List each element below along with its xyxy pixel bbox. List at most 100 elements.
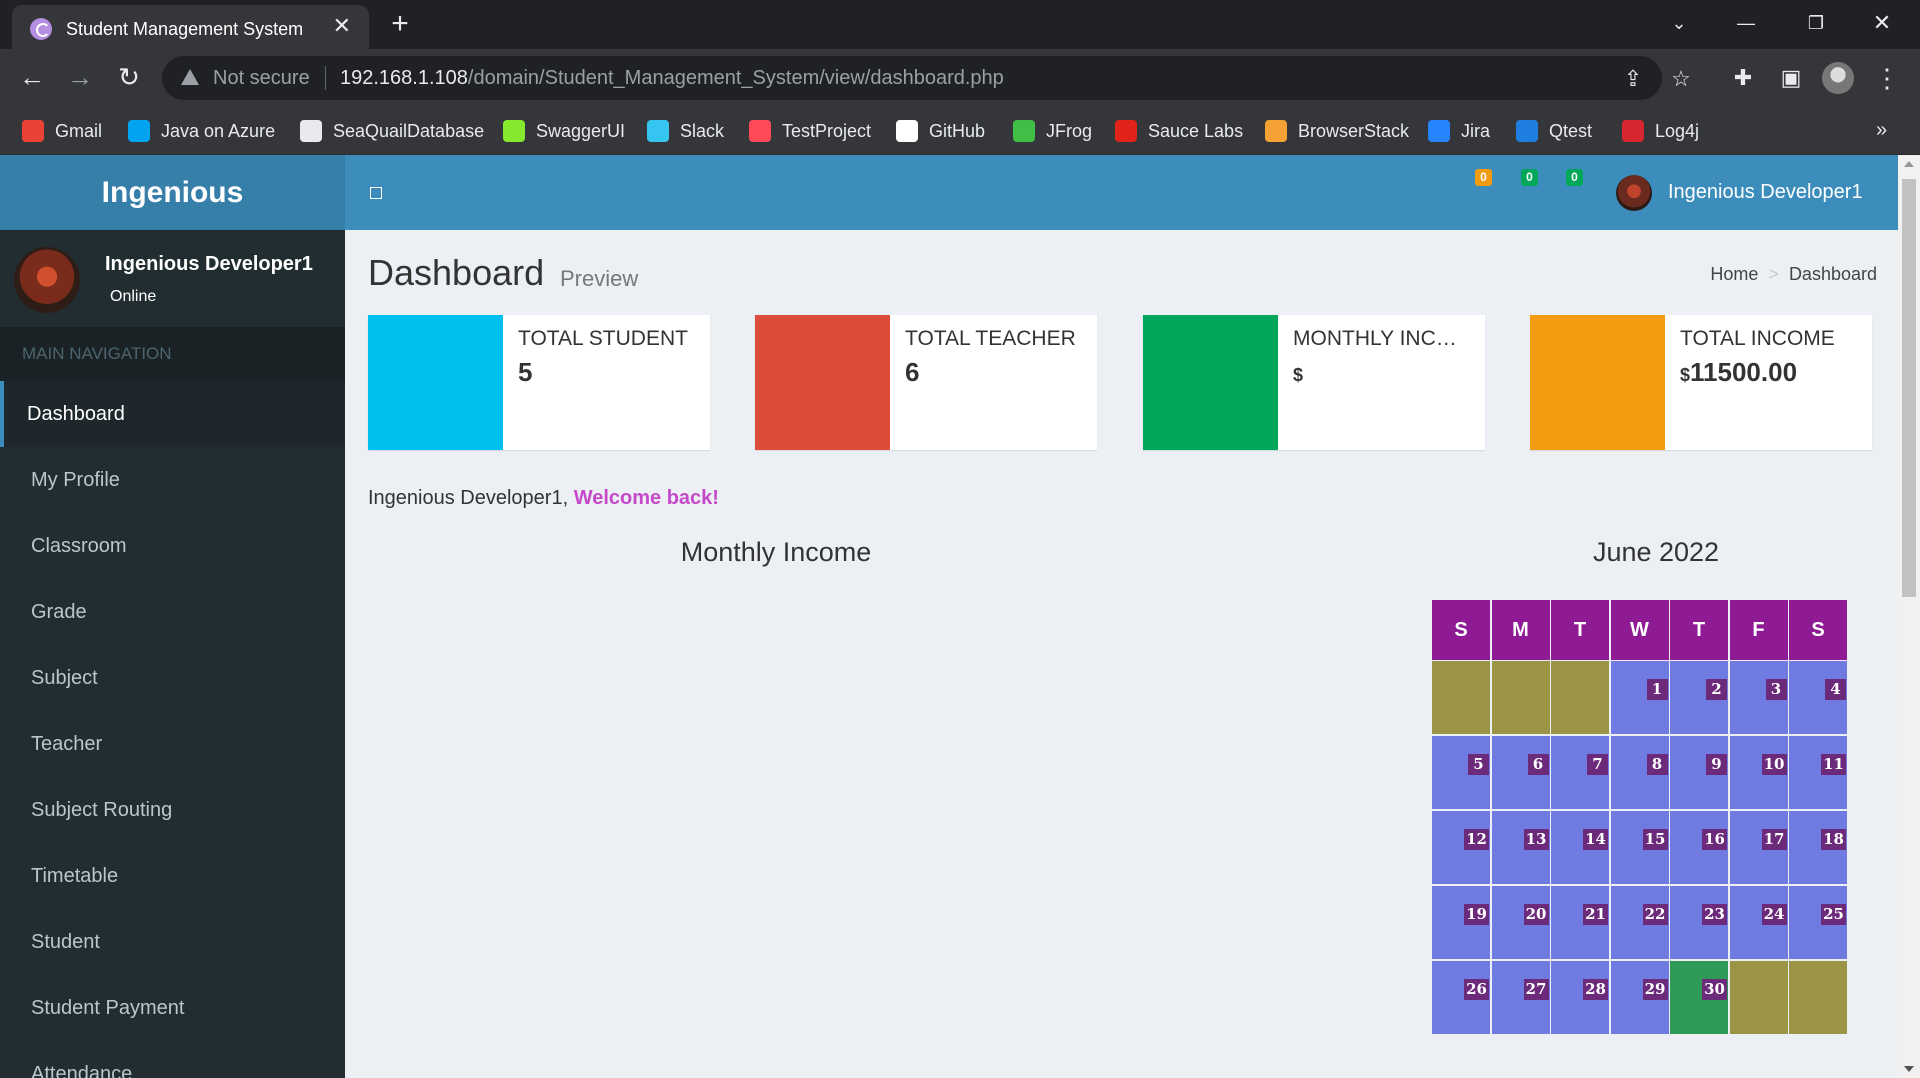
calendar-day[interactable]: 18 bbox=[1789, 811, 1847, 884]
calendar-day[interactable]: 10 bbox=[1729, 736, 1788, 809]
bookmark-label: Gmail bbox=[55, 120, 103, 141]
calendar-day[interactable]: 19 bbox=[1432, 886, 1490, 959]
window-close-icon[interactable]: ✕ bbox=[1859, 8, 1905, 38]
calendar-day-today[interactable]: 30 bbox=[1670, 961, 1728, 1034]
sidebar-item-teacher[interactable]: Teacher bbox=[0, 711, 345, 777]
sidebar-item-attendance[interactable]: Attendance bbox=[0, 1041, 345, 1078]
calendar-day-number: 4 bbox=[1825, 679, 1846, 700]
kebab-menu-icon[interactable]: ⋮ bbox=[1871, 62, 1903, 94]
share-icon[interactable]: ⇪ bbox=[1620, 66, 1646, 92]
reload-icon[interactable]: ↻ bbox=[113, 62, 145, 94]
new-tab-button[interactable]: + bbox=[384, 9, 416, 41]
bookmark-star-icon[interactable]: ☆ bbox=[1668, 66, 1694, 92]
bookmark-github[interactable]: GitHub bbox=[896, 119, 985, 143]
calendar-day[interactable]: 3 bbox=[1729, 661, 1788, 734]
sidebar-item-subject[interactable]: Subject bbox=[0, 645, 345, 711]
breadcrumb-home[interactable]: Home bbox=[1710, 264, 1758, 284]
page-scrollbar[interactable] bbox=[1898, 155, 1920, 1078]
calendar-day[interactable]: 16 bbox=[1670, 811, 1728, 884]
calendar-day[interactable]: 29 bbox=[1610, 961, 1669, 1034]
side-panel-icon[interactable]: ▣ bbox=[1775, 62, 1807, 94]
calendar-day[interactable]: 8 bbox=[1610, 736, 1669, 809]
bookmark-gmail[interactable]: Gmail bbox=[22, 119, 102, 143]
bookmark-swagger[interactable]: SwaggerUI bbox=[503, 119, 625, 143]
calendar-day[interactable]: 26 bbox=[1432, 961, 1490, 1034]
profile-avatar-icon[interactable] bbox=[1822, 62, 1854, 94]
calendar-day[interactable]: 17 bbox=[1729, 811, 1788, 884]
bookmark-microsoft[interactable]: Java on Azure bbox=[128, 119, 275, 143]
calendar-day[interactable]: 21 bbox=[1551, 886, 1609, 959]
scroll-thumb[interactable] bbox=[1902, 179, 1916, 597]
calendar-day-number: 17 bbox=[1761, 829, 1787, 850]
tab-close-icon[interactable]: ✕ bbox=[333, 15, 351, 37]
calendar-day[interactable]: 12 bbox=[1432, 811, 1490, 884]
calendar-day[interactable]: 5 bbox=[1432, 736, 1490, 809]
address-bar[interactable]: Not secure 192.168.1.108/domain/Student_… bbox=[162, 56, 1691, 100]
browser-tab[interactable]: Student Management System ✕ bbox=[12, 5, 369, 49]
calendar-day[interactable]: 9 bbox=[1670, 736, 1728, 809]
bookmark-jira[interactable]: Jira bbox=[1428, 119, 1490, 143]
bookmark-label: SwaggerUI bbox=[536, 120, 626, 141]
calendar-day[interactable]: 15 bbox=[1610, 811, 1669, 884]
sidebar-toggle-icon[interactable] bbox=[370, 187, 382, 199]
security-label[interactable]: Not secure bbox=[213, 67, 310, 90]
calendar-day[interactable]: 14 bbox=[1551, 811, 1609, 884]
bookmarks-bar: » Gmail Java on Azure SeaQuailDatabase Swag… bbox=[0, 107, 1920, 155]
messages-badge[interactable]: 0 bbox=[1475, 169, 1492, 186]
monthly-income-chart-title: Monthly Income bbox=[680, 537, 872, 567]
calendar-day[interactable]: 23 bbox=[1670, 886, 1728, 959]
calendar-day[interactable]: 24 bbox=[1729, 886, 1788, 959]
header-avatar[interactable] bbox=[1616, 175, 1652, 211]
calendar-day-number: 12 bbox=[1464, 829, 1489, 850]
testproject-icon bbox=[749, 120, 771, 142]
calendar-day[interactable]: 28 bbox=[1551, 961, 1609, 1034]
sidebar-item-dashboard[interactable]: Dashboard bbox=[0, 381, 345, 447]
sidebar-item-student[interactable]: Student bbox=[0, 909, 345, 975]
back-arrow-icon[interactable]: ← bbox=[16, 62, 48, 94]
calendar-day-number: 9 bbox=[1706, 754, 1727, 775]
calendar-day[interactable]: 11 bbox=[1789, 736, 1847, 809]
calendar-day[interactable]: 7 bbox=[1551, 736, 1609, 809]
bookmark-browserstack[interactable]: BrowserStack bbox=[1265, 119, 1409, 143]
bookmark-slack[interactable]: Slack bbox=[647, 119, 724, 143]
calendar-day[interactable]: 22 bbox=[1610, 886, 1669, 959]
restore-icon[interactable]: ❐ bbox=[1793, 8, 1839, 38]
sidebar-item-student-payment[interactable]: Student Payment bbox=[0, 975, 345, 1041]
sidebar-item-subject-routing[interactable]: Subject Routing bbox=[0, 777, 345, 843]
minimize-icon[interactable]: — bbox=[1723, 8, 1769, 38]
sidebar-item-my-profile[interactable]: My Profile bbox=[0, 447, 345, 513]
calendar-day[interactable]: 20 bbox=[1491, 886, 1550, 959]
notifications-badge[interactable]: 0 bbox=[1521, 169, 1538, 186]
calendar-day[interactable]: 1 bbox=[1610, 661, 1669, 734]
calendar-day[interactable]: 2 bbox=[1670, 661, 1728, 734]
tasks-badge[interactable]: 0 bbox=[1566, 169, 1583, 186]
sidebar-item-timetable[interactable]: Timetable bbox=[0, 843, 345, 909]
calendar-day[interactable]: 4 bbox=[1789, 661, 1847, 734]
scroll-down-arrow-icon[interactable] bbox=[1904, 1066, 1914, 1072]
tab-search-icon[interactable]: ⌄ bbox=[1656, 8, 1702, 38]
app-logo[interactable]: Ingenious bbox=[0, 155, 345, 230]
scroll-up-arrow-icon[interactable] bbox=[1904, 161, 1914, 167]
bookmark-document[interactable]: SeaQuailDatabase bbox=[300, 119, 484, 143]
bookmark-jfrog[interactable]: JFrog bbox=[1013, 119, 1092, 143]
bookmark-label: BrowserStack bbox=[1298, 120, 1410, 141]
extensions-puzzle-icon[interactable]: ✚ bbox=[1727, 62, 1759, 94]
calendar-day[interactable]: 25 bbox=[1789, 886, 1847, 959]
calendar-day[interactable]: 6 bbox=[1491, 736, 1550, 809]
bookmark-testproject[interactable]: TestProject bbox=[749, 119, 871, 143]
sidebar-user-status[interactable]: Online bbox=[110, 288, 156, 306]
bookmark-log4j[interactable]: Log4j bbox=[1622, 119, 1699, 143]
url-text[interactable]: 192.168.1.108/domain/Student_Management_… bbox=[340, 67, 1004, 90]
sidebar-item-grade[interactable]: Grade bbox=[0, 579, 345, 645]
app-header: Ingenious 0 0 0 Ingenious Developer1 bbox=[0, 155, 1898, 230]
bookmark-saucelabs[interactable]: Sauce Labs bbox=[1115, 119, 1243, 143]
warning-icon[interactable] bbox=[181, 69, 199, 85]
bookmark-qtest[interactable]: Qtest bbox=[1516, 119, 1592, 143]
header-user-name[interactable]: Ingenious Developer1 bbox=[1668, 181, 1863, 204]
sidebar-item-classroom[interactable]: Classroom bbox=[0, 513, 345, 579]
calendar-weekday: F bbox=[1729, 600, 1788, 660]
calendar-day[interactable]: 27 bbox=[1491, 961, 1550, 1034]
bookmarks-overflow-icon[interactable]: » bbox=[1876, 119, 1887, 142]
calendar-day[interactable]: 13 bbox=[1491, 811, 1550, 884]
forward-arrow-icon[interactable]: → bbox=[64, 62, 96, 94]
